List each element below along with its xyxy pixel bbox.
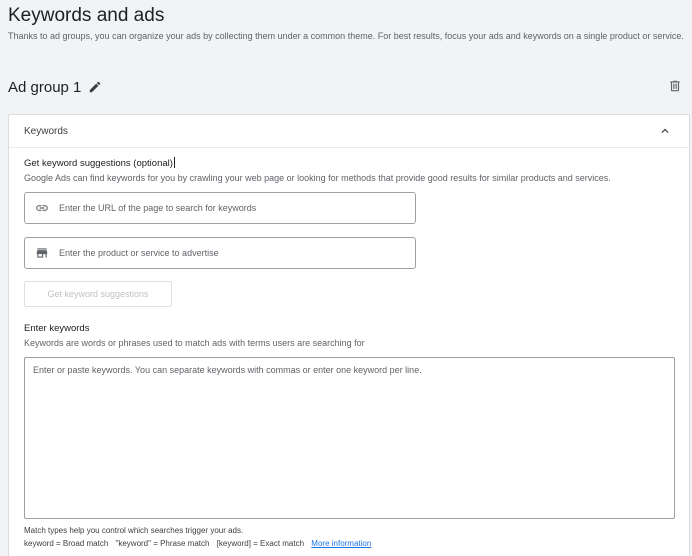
url-input[interactable] [59,203,415,213]
adgroup-title: Ad group 1 [8,78,82,96]
keywords-card-header[interactable]: Keywords [9,115,689,148]
exact-match-label: [keyword] = Exact match [216,539,305,548]
adgroup-header: Ad group 1 [8,77,684,97]
broad-match-label: keyword = Broad match [24,539,109,548]
get-keyword-suggestions-button[interactable]: Get keyword suggestions [24,281,172,307]
more-information-link[interactable]: More information [311,539,371,548]
page-title: Keywords and ads [8,5,165,26]
product-field[interactable] [24,237,416,269]
enter-keywords-description: Keywords are words or phrases used to ma… [24,338,365,348]
keywords-card: Keywords Get keyword suggestions (option… [8,114,690,556]
suggestions-label: Get keyword suggestions (optional) [24,157,175,169]
text-caret [173,157,175,168]
enter-keywords-label: Enter keywords [24,323,90,334]
chevron-up-icon[interactable] [658,124,672,138]
page: Keywords and ads Thanks to ad groups, yo… [0,0,692,556]
pencil-icon[interactable] [88,80,102,94]
store-icon [35,246,49,260]
match-types-legend: keyword = Broad match "keyword" = Phrase… [24,539,371,548]
url-field[interactable] [24,192,416,224]
trash-icon[interactable] [668,79,682,93]
match-types-note: Match types help you control which searc… [24,526,244,535]
keywords-textarea[interactable] [24,357,675,519]
suggestions-description: Google Ads can find keywords for you by … [24,173,611,183]
page-subtitle: Thanks to ad groups, you can organize yo… [8,31,684,41]
keywords-card-title: Keywords [24,125,68,137]
link-icon [35,201,49,215]
phrase-match-label: "keyword" = Phrase match [115,539,210,548]
product-input[interactable] [59,248,415,258]
